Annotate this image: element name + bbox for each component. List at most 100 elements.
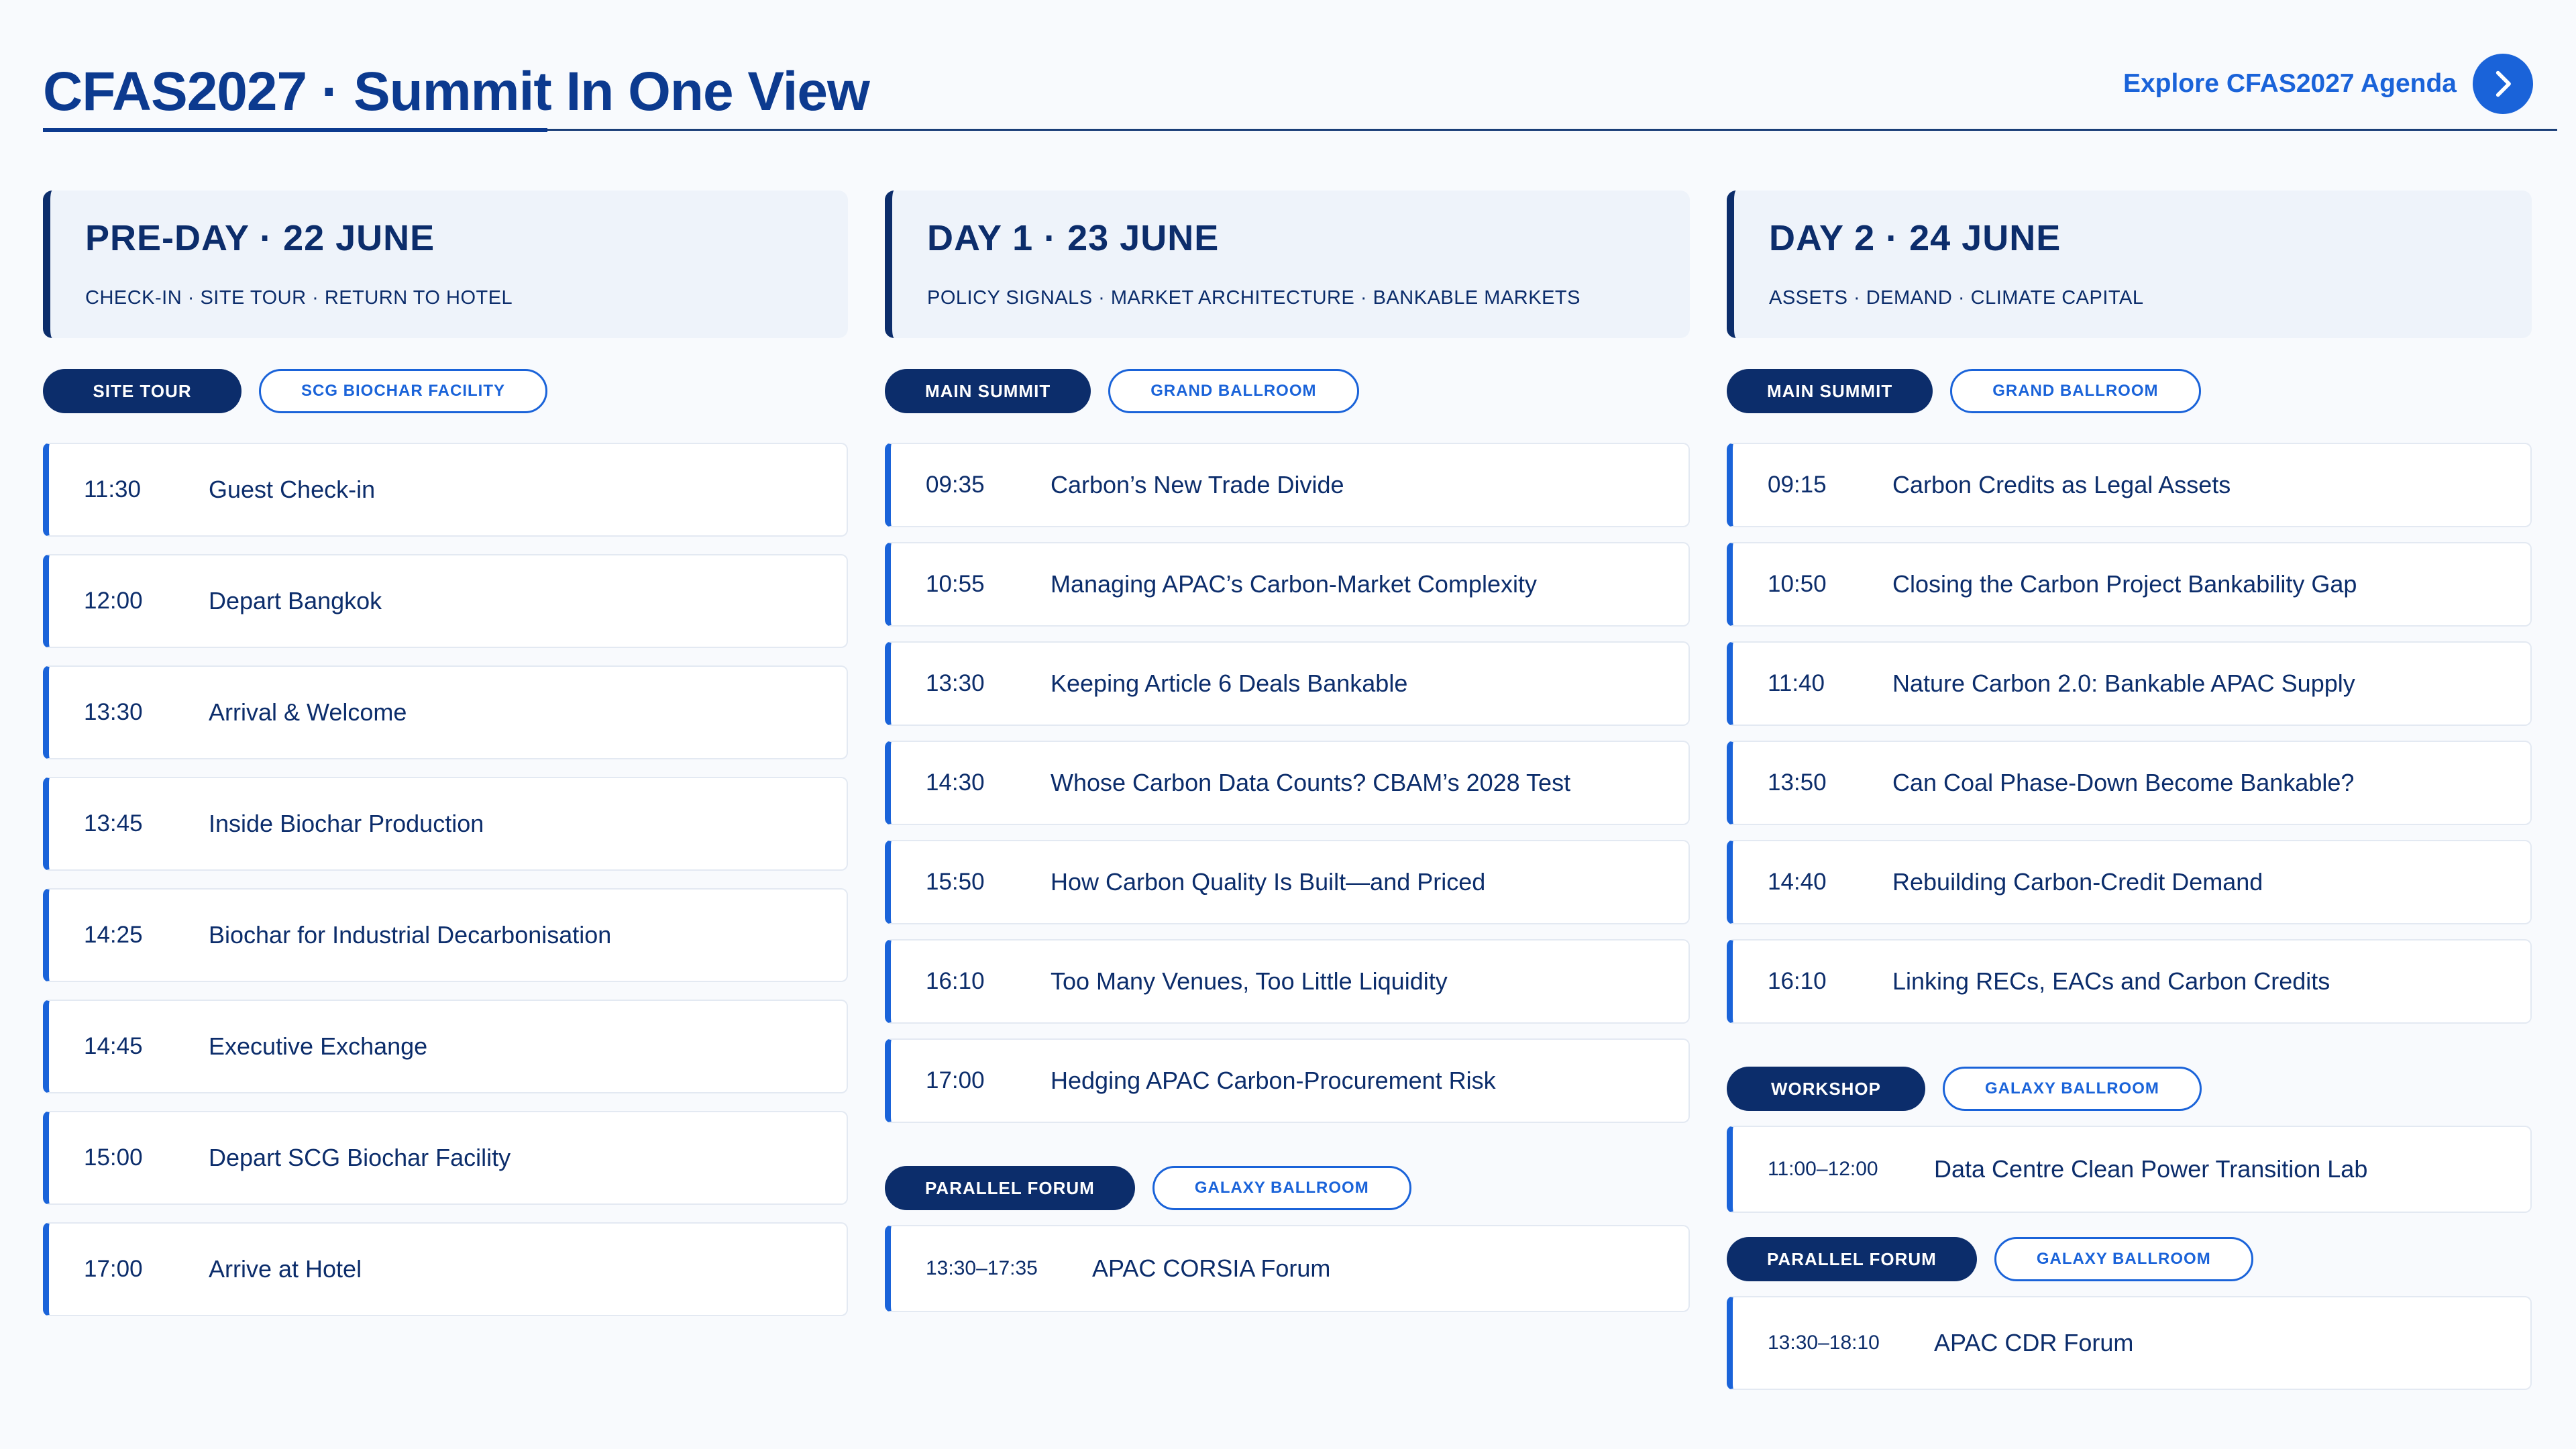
track-type-pill[interactable]: SITE TOUR	[43, 369, 241, 413]
session-row[interactable]: 15:50 How Carbon Quality Is Built—and Pri…	[885, 840, 1690, 924]
day-column-day-1: DAY 1 · 23 JUNE POLICY SIGNALS · MARKET …	[885, 191, 1690, 1327]
day-header: DAY 1 · 23 JUNE POLICY SIGNALS · MARKET …	[885, 191, 1690, 338]
session-title: Carbon Credits as Legal Assets	[1892, 471, 2231, 498]
track-pills: MAIN SUMMIT GRAND BALLROOM	[885, 368, 1690, 415]
track-pills: SITE TOUR SCG BIOCHAR FACILITY	[43, 368, 848, 415]
venue-pill[interactable]: GRAND BALLROOM	[1950, 369, 2201, 413]
workshop-pills: WORKSHOP GALAXY BALLROOM	[1727, 1065, 2532, 1112]
venue-pill[interactable]: GRAND BALLROOM	[1108, 369, 1359, 413]
session-row[interactable]: 10:55 Managing APAC’s Carbon-Market Compl…	[885, 542, 1690, 627]
day-header: PRE-DAY · 22 JUNE CHECK-IN · SITE TOUR ·…	[43, 191, 848, 338]
session-title: Too Many Venues, Too Little Liquidity	[1051, 967, 1448, 995]
session-row[interactable]: 13:30–18:10 APAC CDR Forum	[1727, 1296, 2532, 1390]
day-subtitle: CHECK-IN · SITE TOUR · RETURN TO HOTEL	[85, 287, 513, 309]
session-time: 11:30	[84, 476, 141, 502]
session-title: Hedging APAC Carbon-Procurement Risk	[1051, 1067, 1496, 1094]
session-row[interactable]: 14:25 Biochar for Industrial Decarbonisat…	[43, 888, 848, 982]
chevron-right-icon[interactable]	[2473, 54, 2533, 114]
page-title: CFAS2027 · Summit In One View	[43, 61, 870, 122]
session-title: APAC CDR Forum	[1934, 1329, 2134, 1356]
session-time: 14:40	[1768, 869, 1827, 895]
session-row[interactable]: 14:30 Whose Carbon Data Counts? CBAM’s 20…	[885, 741, 1690, 825]
session-row[interactable]: 09:15 Carbon Credits as Legal Assets	[1727, 443, 2532, 527]
session-title: Biochar for Industrial Decarbonisation	[209, 921, 612, 949]
session-row[interactable]: 15:00 Depart SCG Biochar Facility	[43, 1111, 848, 1205]
session-time: 12:00	[84, 588, 143, 614]
session-title: Keeping Article 6 Deals Bankable	[1051, 669, 1408, 697]
session-time: 16:10	[1768, 968, 1827, 994]
session-time: 15:00	[84, 1144, 143, 1171]
track-type-pill[interactable]: PARALLEL FORUM	[885, 1166, 1135, 1210]
session-time: 15:50	[926, 869, 985, 895]
session-row[interactable]: 11:40 Nature Carbon 2.0: Bankable APAC Su…	[1727, 641, 2532, 726]
session-title: Executive Exchange	[209, 1032, 428, 1060]
session-time: 09:15	[1768, 472, 1827, 498]
track-type-pill[interactable]: PARALLEL FORUM	[1727, 1237, 1977, 1281]
session-row[interactable]: 14:45 Executive Exchange	[43, 1000, 848, 1093]
session-title: Linking RECs, EACs and Carbon Credits	[1892, 967, 2330, 995]
day-title: DAY 2 · 24 JUNE	[1769, 218, 2061, 258]
session-time: 10:55	[926, 571, 985, 597]
session-title: Whose Carbon Data Counts? CBAM’s 2028 Te…	[1051, 769, 1571, 796]
session-row[interactable]: 09:35 Carbon’s New Trade Divide	[885, 443, 1690, 527]
session-row[interactable]: 16:10 Too Many Venues, Too Little Liquidi…	[885, 939, 1690, 1024]
session-title: Rebuilding Carbon-Credit Demand	[1892, 868, 2263, 896]
session-time: 14:45	[84, 1033, 143, 1059]
session-time: 10:50	[1768, 571, 1827, 597]
session-row[interactable]: 13:30 Keeping Article 6 Deals Bankable	[885, 641, 1690, 726]
venue-pill[interactable]: SCG BIOCHAR FACILITY	[259, 369, 548, 413]
day-column-pre-day: PRE-DAY · 22 JUNE CHECK-IN · SITE TOUR ·…	[43, 191, 848, 1334]
session-time: 16:10	[926, 968, 985, 994]
session-row[interactable]: 14:40 Rebuilding Carbon-Credit Demand	[1727, 840, 2532, 924]
session-row[interactable]: 11:00–12:00 Data Centre Clean Power Trans…	[1727, 1126, 2532, 1213]
session-row[interactable]: 10:50 Closing the Carbon Project Bankabil…	[1727, 542, 2532, 627]
parallel-forum-pills: PARALLEL FORUM GALAXY BALLROOM	[1727, 1236, 2532, 1283]
session-row[interactable]: 11:30 Guest Check-in	[43, 443, 848, 537]
day-title: DAY 1 · 23 JUNE	[927, 218, 1220, 258]
session-title: Managing APAC’s Carbon-Market Complexity	[1051, 570, 1537, 598]
session-title: Arrival & Welcome	[209, 698, 407, 726]
session-time: 13:30–17:35	[926, 1257, 1038, 1279]
session-title: Data Centre Clean Power Transition Lab	[1934, 1155, 2368, 1183]
session-row[interactable]: 13:45 Inside Biochar Production	[43, 777, 848, 871]
session-row[interactable]: 13:30–17:35 APAC CORSIA Forum	[885, 1225, 1690, 1312]
venue-pill[interactable]: GALAXY BALLROOM	[1943, 1067, 2202, 1111]
explore-agenda-link[interactable]: Explore CFAS2027 Agenda	[2123, 27, 2533, 141]
track-type-pill[interactable]: WORKSHOP	[1727, 1067, 1925, 1111]
session-row[interactable]: 17:00 Arrive at Hotel	[43, 1222, 848, 1316]
header-divider-accent	[43, 128, 547, 132]
session-title: Can Coal Phase-Down Become Bankable?	[1892, 769, 2355, 796]
venue-pill[interactable]: GALAXY BALLROOM	[1152, 1166, 1411, 1210]
day-title: PRE-DAY · 22 JUNE	[85, 218, 435, 258]
session-time: 11:00–12:00	[1768, 1158, 1878, 1180]
session-title: Nature Carbon 2.0: Bankable APAC Supply	[1892, 669, 2355, 697]
session-row[interactable]: 12:00 Depart Bangkok	[43, 554, 848, 648]
day-header: DAY 2 · 24 JUNE ASSETS · DEMAND · CLIMAT…	[1727, 191, 2532, 338]
session-time: 13:30	[926, 670, 985, 696]
session-time: 14:25	[84, 922, 143, 948]
track-pills: MAIN SUMMIT GRAND BALLROOM	[1727, 368, 2532, 415]
track-type-pill[interactable]: MAIN SUMMIT	[885, 369, 1091, 413]
session-title: APAC CORSIA Forum	[1092, 1254, 1331, 1282]
day-column-day-2: DAY 2 · 24 JUNE ASSETS · DEMAND · CLIMAT…	[1727, 191, 2532, 1405]
session-time: 09:35	[926, 472, 985, 498]
venue-pill[interactable]: GALAXY BALLROOM	[1994, 1237, 2253, 1281]
explore-agenda-label[interactable]: Explore CFAS2027 Agenda	[2123, 69, 2457, 99]
page-header: CFAS2027 · Summit In One View Explore CF…	[43, 27, 2533, 134]
session-time: 13:50	[1768, 769, 1827, 796]
session-row[interactable]: 13:50 Can Coal Phase-Down Become Bankable…	[1727, 741, 2532, 825]
session-title: How Carbon Quality Is Built—and Priced	[1051, 868, 1486, 896]
session-time: 17:00	[926, 1067, 985, 1093]
track-type-pill[interactable]: MAIN SUMMIT	[1727, 369, 1933, 413]
session-row[interactable]: 17:00 Hedging APAC Carbon-Procurement Ris…	[885, 1038, 1690, 1123]
day-subtitle: ASSETS · DEMAND · CLIMATE CAPITAL	[1769, 287, 2144, 309]
session-time: 13:45	[84, 810, 143, 837]
session-row[interactable]: 13:30 Arrival & Welcome	[43, 665, 848, 759]
session-time: 11:40	[1768, 670, 1825, 696]
session-time: 13:30–18:10	[1768, 1332, 1880, 1354]
session-row[interactable]: 16:10 Linking RECs, EACs and Carbon Credi…	[1727, 939, 2532, 1024]
session-time: 17:00	[84, 1256, 143, 1282]
session-title: Inside Biochar Production	[209, 810, 484, 837]
session-title: Arrive at Hotel	[209, 1255, 362, 1283]
session-title: Depart SCG Biochar Facility	[209, 1144, 511, 1171]
